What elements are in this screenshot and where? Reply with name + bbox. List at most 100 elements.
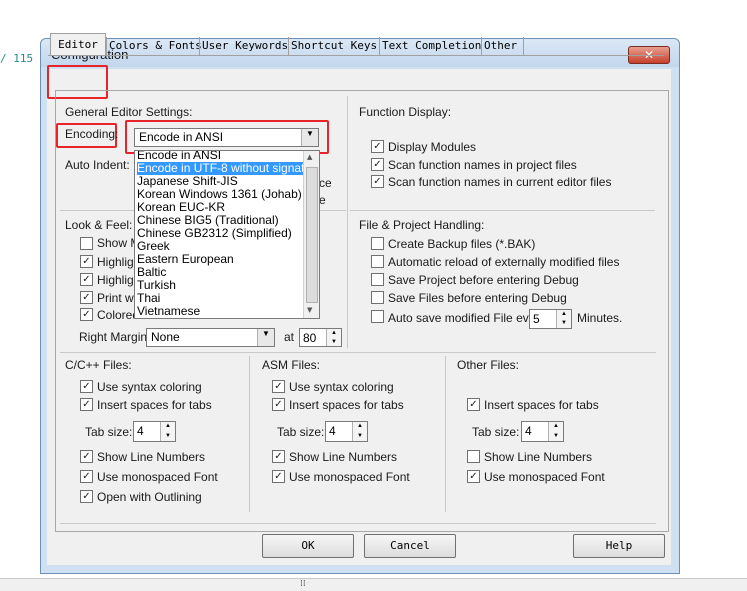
other-line-numbers-checkbox[interactable] bbox=[467, 450, 480, 463]
asm-syntax-checkbox[interactable]: ✓ bbox=[272, 380, 285, 393]
auto-save-minutes-stepper[interactable]: 5 ▲ ▼ bbox=[529, 309, 572, 329]
encoding-select[interactable]: Encode in ANSI ▼ bbox=[134, 128, 319, 147]
encoding-select-value: Encode in ANSI bbox=[139, 130, 224, 144]
spin-buttons[interactable]: ▲ ▼ bbox=[352, 422, 367, 441]
cpp-monospaced-checkbox[interactable]: ✓ bbox=[80, 470, 93, 483]
scrollbar-thumb[interactable] bbox=[306, 167, 318, 303]
spin-buttons[interactable]: ▲ ▼ bbox=[556, 310, 571, 328]
tab-other[interactable]: Other bbox=[481, 37, 525, 55]
auto-save-label: Auto save modified File every bbox=[388, 311, 546, 325]
cpp-outlining-label: Open with Outlining bbox=[97, 490, 202, 504]
colored-checkbox[interactable]: ✓ bbox=[80, 308, 93, 321]
tab-strip-border bbox=[48, 55, 664, 56]
scan-editor-checkbox[interactable]: ✓ bbox=[371, 175, 384, 188]
cpp-insert-spaces-checkbox[interactable]: ✓ bbox=[80, 398, 93, 411]
spin-down-icon[interactable]: ▼ bbox=[549, 432, 563, 442]
auto-indent-partial-text: ce bbox=[319, 176, 332, 190]
encoding-dropdown-list[interactable]: Encode in ANSI Encode in UTF-8 without s… bbox=[134, 150, 320, 319]
tab-user-keywords[interactable]: User Keywords bbox=[199, 37, 290, 55]
spin-up-icon[interactable]: ▲ bbox=[353, 422, 367, 432]
spin-up-icon[interactable]: ▲ bbox=[327, 329, 341, 338]
backup-files-checkbox[interactable] bbox=[371, 237, 384, 250]
chevron-down-icon[interactable]: ▼ bbox=[301, 129, 318, 146]
other-tab-size-label: Tab size: bbox=[472, 425, 520, 439]
encoding-option[interactable]: Vietnamese bbox=[137, 305, 303, 318]
other-tab-size-stepper[interactable]: 4 ▲ ▼ bbox=[521, 421, 564, 442]
spin-buttons[interactable]: ▲ ▼ bbox=[548, 422, 563, 441]
cpp-outlining-checkbox[interactable]: ✓ bbox=[80, 490, 93, 503]
help-button[interactable]: Help bbox=[573, 534, 665, 558]
tab-editor[interactable]: Editor bbox=[50, 33, 106, 56]
cpp-tab-size-stepper[interactable]: 4 ▲ ▼ bbox=[133, 421, 176, 442]
spin-up-icon[interactable]: ▲ bbox=[549, 422, 563, 432]
background-status-strip: ⁞⁞ bbox=[0, 578, 747, 591]
spin-up-icon[interactable]: ▲ bbox=[557, 310, 571, 319]
asm-tab-size-label: Tab size: bbox=[277, 425, 325, 439]
spin-down-icon[interactable]: ▼ bbox=[161, 432, 175, 442]
cpp-monospaced-label: Use monospaced Font bbox=[97, 470, 218, 484]
cancel-button[interactable]: Cancel bbox=[364, 534, 456, 558]
scroll-down-icon[interactable]: ▼ bbox=[307, 306, 312, 314]
spin-down-icon[interactable]: ▼ bbox=[557, 319, 571, 328]
save-files-checkbox[interactable] bbox=[371, 291, 384, 304]
tab-text-completion[interactable]: Text Completion bbox=[379, 37, 483, 55]
encoding-option[interactable]: Turkish bbox=[137, 279, 303, 292]
scroll-up-icon[interactable]: ▲ bbox=[307, 153, 312, 161]
tab-shortcut-keys[interactable]: Shortcut Keys bbox=[288, 37, 379, 55]
at-label: at bbox=[284, 330, 295, 344]
cpp-line-numbers-checkbox[interactable]: ✓ bbox=[80, 450, 93, 463]
right-margin-column-stepper[interactable]: 80 ▲ ▼ bbox=[299, 328, 342, 347]
spin-buttons[interactable]: ▲ ▼ bbox=[160, 422, 175, 441]
asm-files-heading: ASM Files: bbox=[262, 358, 321, 372]
print-checkbox[interactable]: ✓ bbox=[80, 291, 93, 304]
backup-files-label: Create Backup files (*.BAK) bbox=[388, 237, 536, 251]
other-insert-spaces-checkbox[interactable]: ✓ bbox=[467, 398, 480, 411]
asm-monospaced-checkbox[interactable]: ✓ bbox=[272, 470, 285, 483]
group-divider bbox=[350, 210, 655, 211]
other-monospaced-checkbox[interactable]: ✓ bbox=[467, 470, 480, 483]
chevron-down-icon[interactable]: ▼ bbox=[257, 329, 274, 346]
auto-save-checkbox[interactable] bbox=[371, 310, 384, 323]
auto-indent-partial-text: e bbox=[319, 193, 326, 207]
asm-insert-spaces-checkbox[interactable]: ✓ bbox=[272, 398, 285, 411]
dropdown-scrollbar[interactable]: ▲ ▼ bbox=[303, 151, 319, 318]
display-modules-checkbox[interactable]: ✓ bbox=[371, 140, 384, 153]
other-files-heading: Other Files: bbox=[457, 358, 520, 372]
spin-buttons[interactable]: ▲ ▼ bbox=[326, 329, 341, 346]
file-project-heading: File & Project Handling: bbox=[359, 218, 485, 232]
auto-reload-checkbox[interactable] bbox=[371, 255, 384, 268]
asm-tab-size-stepper[interactable]: 4 ▲ ▼ bbox=[325, 421, 368, 442]
asm-syntax-label: Use syntax coloring bbox=[289, 380, 394, 394]
asm-line-numbers-checkbox[interactable]: ✓ bbox=[272, 450, 285, 463]
cpp-insert-spaces-label: Insert spaces for tabs bbox=[97, 398, 212, 412]
tab-colors-fonts[interactable]: Colors & Fonts bbox=[106, 37, 204, 55]
highlight-checkbox[interactable]: ✓ bbox=[80, 255, 93, 268]
look-feel-heading: Look & Feel: bbox=[65, 218, 133, 232]
spin-up-icon[interactable]: ▲ bbox=[161, 422, 175, 432]
other-line-numbers-label: Show Line Numbers bbox=[484, 450, 593, 464]
spin-down-icon[interactable]: ▼ bbox=[327, 338, 341, 347]
ok-button[interactable]: OK bbox=[262, 534, 354, 558]
scan-project-checkbox[interactable]: ✓ bbox=[371, 158, 384, 171]
right-margin-column-value: 80 bbox=[303, 331, 317, 345]
right-margin-select[interactable]: None ▼ bbox=[146, 328, 275, 347]
cpp-tab-size-label: Tab size: bbox=[85, 425, 133, 439]
cpp-syntax-label: Use syntax coloring bbox=[97, 380, 202, 394]
column-divider bbox=[445, 356, 446, 512]
scan-editor-label: Scan function names in current editor fi… bbox=[388, 175, 612, 189]
highlight-checkbox[interactable]: ✓ bbox=[80, 273, 93, 286]
cpp-syntax-checkbox[interactable]: ✓ bbox=[80, 380, 93, 393]
show-checkbox[interactable] bbox=[80, 237, 93, 250]
group-divider bbox=[60, 523, 656, 524]
save-project-checkbox[interactable] bbox=[371, 273, 384, 286]
auto-reload-label: Automatic reload of externally modified … bbox=[388, 255, 620, 269]
other-tab-size-value: 4 bbox=[525, 424, 532, 438]
scan-project-label: Scan function names in project files bbox=[388, 158, 577, 172]
spin-down-icon[interactable]: ▼ bbox=[353, 432, 367, 442]
auto-indent-label: Auto Indent: bbox=[65, 158, 130, 172]
save-files-label: Save Files before entering Debug bbox=[388, 291, 567, 305]
auto-save-minutes-value: 5 bbox=[533, 312, 540, 326]
right-margin-label: Right Margin: bbox=[79, 330, 151, 344]
function-display-heading: Function Display: bbox=[359, 105, 452, 119]
colored-label: Colored bbox=[97, 308, 140, 322]
